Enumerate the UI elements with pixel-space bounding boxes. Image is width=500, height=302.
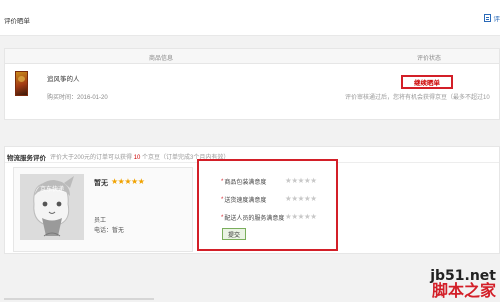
horizontal-scrollbar[interactable] <box>4 298 154 300</box>
staff-name: 暂无 <box>94 180 108 187</box>
rating-label: 商品包装满意度 <box>224 180 267 186</box>
logistics-review-panel: 物流服务评价 评价大于200元的订单可以获得 10 个京豆（订单完成3个月内有效… <box>4 146 500 254</box>
review-status-note: 评价审核通过后，您将有机会获得京豆（最多不超过10 <box>345 95 490 101</box>
watermark-brand: 脚本之家 <box>430 284 496 300</box>
desc-prefix: 评价大于200元的订单可以获得 <box>50 155 133 161</box>
required-mark: * <box>221 214 224 221</box>
desc-bean-count: 10 <box>133 155 141 161</box>
rating-row-speed: * 送货速度满意度 ★★★★★ <box>221 194 317 204</box>
packaging-star-rating[interactable]: ★★★★★ <box>285 176 317 185</box>
avatar-cap-text: 京东快递 <box>40 185 64 193</box>
watermark-domain: jb51.net <box>430 268 496 284</box>
rating-label: 配送人员的服务满意度 <box>224 216 285 222</box>
speed-star-rating[interactable]: ★★★★★ <box>285 194 317 203</box>
site-watermark: jb51.net 脚本之家 <box>430 268 496 300</box>
order-panel: 商品信息 评价状态 追风筝的人 购买时间：2016-01-20 继续晒单 评价审… <box>4 48 500 120</box>
watermark-brand-text: 脚本之家 <box>431 283 496 300</box>
staff-phone: 电话：暂无 <box>94 228 125 234</box>
satisfaction-rating-box: * 商品包装满意度 ★★★★★ * 送货速度满意度 ★★★★★ * 配送人员的服… <box>197 159 338 251</box>
purchase-time: 购买时间：2016-01-20 <box>47 95 108 101</box>
product-thumbnail[interactable] <box>15 71 28 96</box>
rating-label: 送货速度满意度 <box>224 198 267 204</box>
column-product-info: 商品信息 <box>149 56 174 62</box>
continue-share-button[interactable]: 继续晒单 <box>401 75 453 89</box>
rating-row-packaging: * 商品包装满意度 ★★★★★ <box>221 176 317 186</box>
required-mark: * <box>221 178 224 185</box>
top-bar: 评价晒单 评 <box>0 0 500 36</box>
column-review-status: 评价状态 <box>417 56 442 62</box>
courier-service-star-rating[interactable]: ★★★★★ <box>285 212 317 221</box>
rating-row-courier-service: * 配送人员的服务满意度 ★★★★★ <box>221 212 317 222</box>
document-icon <box>483 14 491 22</box>
delivery-mascot-avatar: 京东快递 <box>20 174 84 240</box>
evaluate-link-label: 评 <box>493 16 500 23</box>
order-table-header: 商品信息 评价状态 <box>5 49 499 64</box>
evaluate-link[interactable]: 评 <box>483 13 500 23</box>
staff-rating-stars: ★★★★★ <box>111 177 145 186</box>
page-title: 评价晒单 <box>4 18 30 25</box>
logistics-review-title: 物流服务评价 <box>7 155 46 162</box>
required-mark: * <box>221 196 224 203</box>
product-name-link[interactable]: 追风筝的人 <box>47 73 80 83</box>
staff-role: 员工 <box>94 218 107 224</box>
delivery-staff-card: 京东快递 暂无 ★★★★★ 员工 电话：暂无 <box>13 167 193 252</box>
submit-button[interactable]: 提交 <box>222 228 246 240</box>
